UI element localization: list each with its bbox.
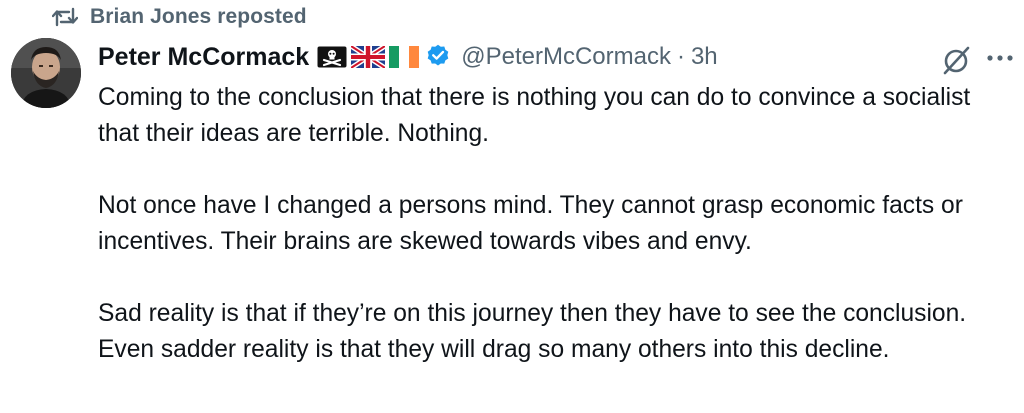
author-handle[interactable]: @PeterMcCormack [461, 43, 671, 71]
tweet-paragraph: Not once have I changed a persons mind. … [98, 192, 963, 255]
more-options-icon[interactable] [985, 50, 1015, 71]
verified-badge-icon[interactable] [425, 42, 451, 73]
repost-context[interactable]: Brian Jones reposted [52, 2, 307, 32]
author-display-name[interactable]: Peter McCormack [98, 43, 309, 72]
skull-crossbones-flag-icon [317, 46, 347, 68]
tweet-paragraph: Sad reality is that if they’re on this j… [98, 300, 967, 363]
tweet-header: Peter McCormack @PeterMcCormack · 3h [98, 40, 718, 74]
grok-icon[interactable] [940, 44, 972, 81]
separator-dot: · [676, 43, 685, 70]
avatar[interactable] [11, 38, 81, 108]
ireland-flag-icon [389, 46, 420, 68]
tweet-text[interactable]: Coming to the conclusion that there is n… [98, 80, 1003, 368]
name-badges [317, 46, 420, 68]
repost-icon [52, 6, 78, 28]
tweet-paragraph: Coming to the conclusion that there is n… [98, 84, 971, 147]
repost-label: Brian Jones reposted [90, 5, 307, 28]
timestamp[interactable]: 3h [691, 43, 718, 71]
uk-flag-icon [351, 46, 386, 68]
